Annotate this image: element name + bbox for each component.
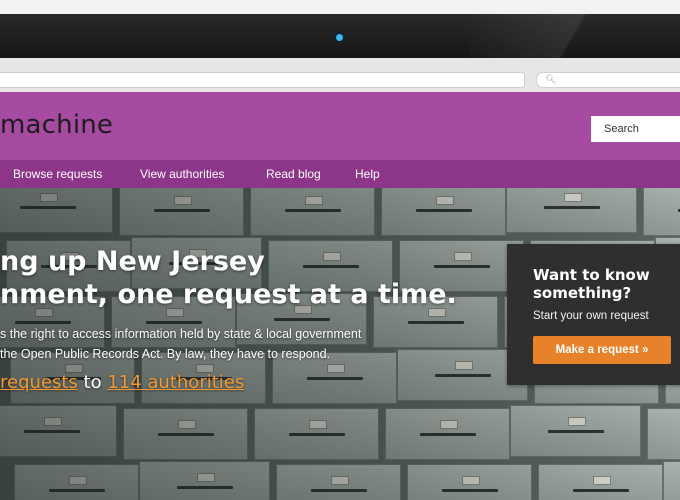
bezel-reflection xyxy=(470,14,680,58)
address-bar[interactable] xyxy=(0,72,525,88)
search-icon: 🔍︎ xyxy=(545,75,557,85)
hero-intro-line-2: the Open Public Records Act. By law, the… xyxy=(0,347,331,361)
hero-intro-line-1: s the right to access information held b… xyxy=(0,327,362,341)
stats-connector: to xyxy=(77,372,108,393)
camera-icon xyxy=(336,34,343,41)
nav-help[interactable]: Help xyxy=(355,160,380,188)
hero-heading-line-2: nment, one request at a time. xyxy=(0,279,457,310)
device-bezel xyxy=(0,14,680,58)
site-logo[interactable]: machine xyxy=(0,110,113,140)
site-header: machine xyxy=(0,92,680,160)
authorities-count-link[interactable]: 114 authorities xyxy=(107,372,244,393)
nav-view-authorities[interactable]: View authorities xyxy=(140,160,225,188)
hero-intro: s the right to access information held b… xyxy=(0,324,361,364)
main-navigation: Browse requests View authorities Read bl… xyxy=(0,160,680,188)
nav-read-blog[interactable]: Read blog xyxy=(266,160,321,188)
make-request-button[interactable]: Make a request » xyxy=(533,336,671,364)
make-request-panel: Want to know something? Start your own r… xyxy=(507,244,680,385)
hero-heading-line-1: ng up New Jersey xyxy=(0,246,265,277)
hero-heading: ng up New Jersey nment, one request at a… xyxy=(0,245,457,311)
browser-search-field[interactable]: 🔍︎ xyxy=(536,72,680,88)
site-search-input[interactable] xyxy=(591,116,680,142)
cta-subtitle: Start your own request xyxy=(533,310,649,322)
requests-count-link[interactable]: requests xyxy=(0,372,78,393)
cta-title: Want to know something? xyxy=(533,266,650,302)
browser-toolbar: 🔍︎ xyxy=(0,58,680,93)
hero-stats: requests to 114 authorities xyxy=(0,372,244,393)
device-bezel-top xyxy=(0,0,680,14)
nav-browse-requests[interactable]: Browse requests xyxy=(13,160,102,188)
